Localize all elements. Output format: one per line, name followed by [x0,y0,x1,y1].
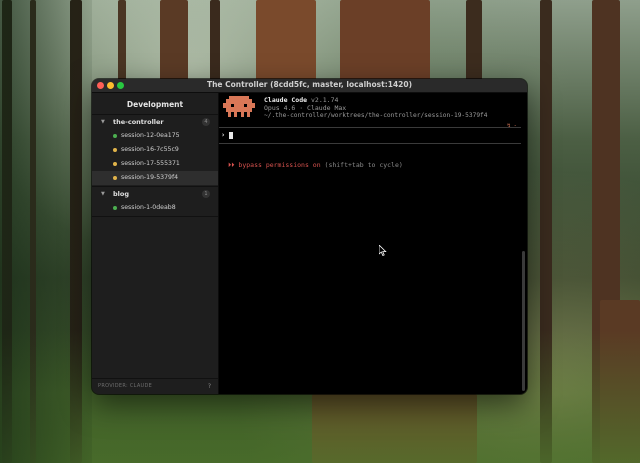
claude-code-logo-icon [223,96,255,117]
chevron-down-icon[interactable]: ▼ [101,115,105,129]
session-item-1[interactable]: session-1-0deab8 [92,201,218,215]
status-dot-icon [113,206,117,210]
status-dot-icon [113,148,117,152]
prompt-bottom-rule [219,143,521,144]
session-label: session-16-7c55c9 [121,146,179,153]
session-item-16[interactable]: session-16-7c55c9 [92,143,218,157]
app-window: The Controller (8cdd5fc, master, localho… [92,79,527,394]
session-label: session-19-5379f4 [121,174,179,181]
bypass-text: bypass permissions on [238,161,321,169]
working-directory: ~/.the-controller/worktrees/the-controll… [264,112,488,119]
window-title: The Controller (8cdd5fc, master, localho… [206,80,413,89]
bypass-permissions-status: ⏵⏵ bypass permissions on (shift+tab to c… [228,161,403,170]
terminal-scrollbar[interactable] [522,251,525,391]
fast-forward-icon: ⏵⏵ [228,161,235,169]
project-the-controller[interactable]: ▼ the-controller 4 [92,115,218,129]
status-dot-icon [113,162,117,166]
prompt-caret-icon: › [221,131,226,139]
session-item-19-active[interactable]: session-19-5379f4 [92,171,218,185]
session-count-badge: 4 [202,118,210,126]
sidebar-header: Development [126,100,184,109]
text-cursor[interactable] [229,132,233,139]
chevron-down-icon[interactable]: ▼ [101,187,105,201]
mouse-cursor-icon [379,245,387,256]
app-name: Claude Code [264,96,308,104]
session-label: session-1-0deab8 [121,204,176,211]
session-label: session-12-0ea175 [121,132,180,139]
sidebar-divider [92,216,218,217]
prompt-top-rule [219,127,521,128]
status-dot-icon [113,176,117,180]
session-label: session-17-555371 [121,160,180,167]
sidebar: Development ▼ the-controller 4 session-1… [92,93,219,394]
app-version: v2.1.74 [311,96,339,104]
bypass-hint: (shift+tab to cycle) [324,161,403,169]
model-info: Opus 4.6 · Claude Max [264,104,347,112]
project-name: blog [113,190,129,198]
session-item-17[interactable]: session-17-555371 [92,157,218,171]
project-blog[interactable]: ▼ blog 1 [92,187,218,201]
help-button[interactable]: ? [208,379,211,394]
status-dot-icon [113,134,117,138]
rule-marker: ↯ - [507,123,517,129]
title-bar: The Controller (8cdd5fc, master, localho… [92,79,527,93]
session-count-badge: 1 [202,190,210,198]
provider-label: PROVIDER: CLAUDE [98,383,153,389]
terminal-pane[interactable]: Claude Code v2.1.74 Opus 4.6 · Claude Ma… [219,93,527,394]
session-item-12[interactable]: session-12-0ea175 [92,129,218,143]
sidebar-footer: PROVIDER: CLAUDE ? [92,378,218,394]
project-name: the-controller [113,118,164,126]
